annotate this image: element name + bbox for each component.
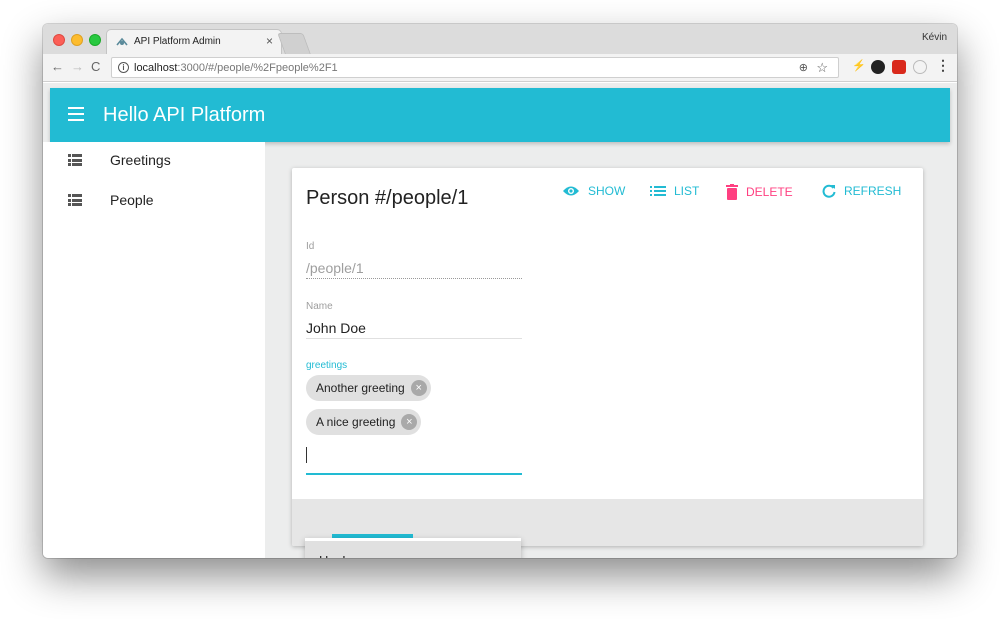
- name-underline: [306, 338, 522, 339]
- trash-icon: [726, 184, 738, 200]
- info-icon[interactable]: i: [118, 62, 129, 73]
- show-label: SHOW: [588, 184, 626, 198]
- red-extension-icon[interactable]: [892, 60, 906, 74]
- chip-label: A nice greeting: [316, 415, 396, 429]
- greetings-input[interactable]: [306, 473, 522, 475]
- app-root: Hello API Platform Greetings People Pers…: [43, 83, 957, 558]
- name-field[interactable]: John Doe: [306, 320, 366, 336]
- back-icon[interactable]: ←: [51, 59, 64, 75]
- reload-icon[interactable]: C: [91, 59, 100, 75]
- edit-card: Person #/people/1 SHOW LIST DELETE REFRE…: [292, 168, 923, 546]
- list-button[interactable]: LIST: [650, 184, 699, 198]
- delete-button[interactable]: DELETE: [726, 184, 793, 200]
- refresh-button[interactable]: REFRESH: [822, 184, 901, 198]
- spider-icon: [116, 37, 128, 46]
- dark-extension-icon[interactable]: [871, 60, 885, 74]
- autocomplete-option[interactable]: Hey!: [305, 541, 521, 558]
- refresh-icon: [822, 184, 836, 198]
- chip-label: Another greeting: [316, 381, 405, 395]
- eye-icon: [563, 186, 579, 196]
- browser-toolbar: ← → C i localhost:3000/#/people/%2Fpeopl…: [43, 54, 957, 82]
- name-label: Name: [306, 301, 333, 312]
- greetings-label: greetings: [306, 360, 348, 371]
- circle-extension-icon[interactable]: [913, 60, 927, 74]
- bookmark-star-icon[interactable]: ☆: [816, 60, 828, 76]
- id-underline: [306, 278, 522, 279]
- close-window-button[interactable]: [53, 34, 65, 46]
- new-tab-button[interactable]: [277, 33, 311, 54]
- app-bar: Hello API Platform: [50, 88, 950, 142]
- greeting-chip[interactable]: A nice greeting ×: [306, 409, 422, 435]
- url-path: :3000/#/people/%2Fpeople%2F1: [177, 62, 338, 74]
- list-icon: [68, 154, 82, 166]
- hamburger-menu-icon[interactable]: [68, 107, 84, 121]
- delete-label: DELETE: [746, 185, 793, 199]
- profile-name[interactable]: Kévin: [922, 32, 947, 43]
- sidebar-item-people[interactable]: People: [43, 182, 265, 222]
- tab-strip: API Platform Admin × Kévin: [43, 24, 957, 54]
- tab-close-icon[interactable]: ×: [266, 34, 273, 48]
- zoom-icon[interactable]: ⊕: [799, 61, 808, 74]
- list-icon: [650, 186, 666, 196]
- bolt-extension-icon[interactable]: ⚡: [852, 59, 866, 73]
- greeting-chip[interactable]: Another greeting ×: [306, 375, 431, 401]
- browser-tab[interactable]: API Platform Admin ×: [106, 29, 282, 54]
- remove-chip-icon[interactable]: ×: [401, 414, 418, 430]
- sidebar-item-greetings[interactable]: Greetings: [43, 142, 265, 182]
- refresh-label: REFRESH: [844, 184, 902, 198]
- sidebar: Greetings People: [43, 142, 265, 558]
- autocomplete-dropdown: Hey!: [305, 538, 521, 558]
- browser-menu-icon[interactable]: ⋮: [936, 57, 950, 73]
- remove-chip-icon[interactable]: ×: [410, 380, 427, 396]
- app-title: Hello API Platform: [103, 104, 266, 126]
- maximize-window-button[interactable]: [89, 34, 101, 46]
- sidebar-item-label: People: [110, 192, 154, 208]
- id-field: /people/1: [306, 260, 364, 276]
- url-host: localhost: [134, 62, 178, 74]
- tab-title: API Platform Admin: [134, 36, 221, 47]
- sidebar-item-label: Greetings: [110, 152, 171, 168]
- list-icon: [68, 194, 82, 206]
- list-label: LIST: [674, 184, 700, 198]
- forward-icon[interactable]: →: [71, 59, 84, 75]
- address-bar[interactable]: i localhost:3000/#/people/%2Fpeople%2F1 …: [111, 57, 839, 78]
- browser-window: API Platform Admin × Kévin ← → C i local…: [43, 24, 957, 558]
- show-button[interactable]: SHOW: [562, 184, 625, 198]
- page-title: Person #/people/1: [306, 187, 469, 209]
- text-cursor: [306, 447, 307, 463]
- minimize-window-button[interactable]: [71, 34, 83, 46]
- id-label: Id: [306, 241, 315, 252]
- url-text[interactable]: localhost:3000/#/people/%2Fpeople%2F1: [134, 62, 338, 74]
